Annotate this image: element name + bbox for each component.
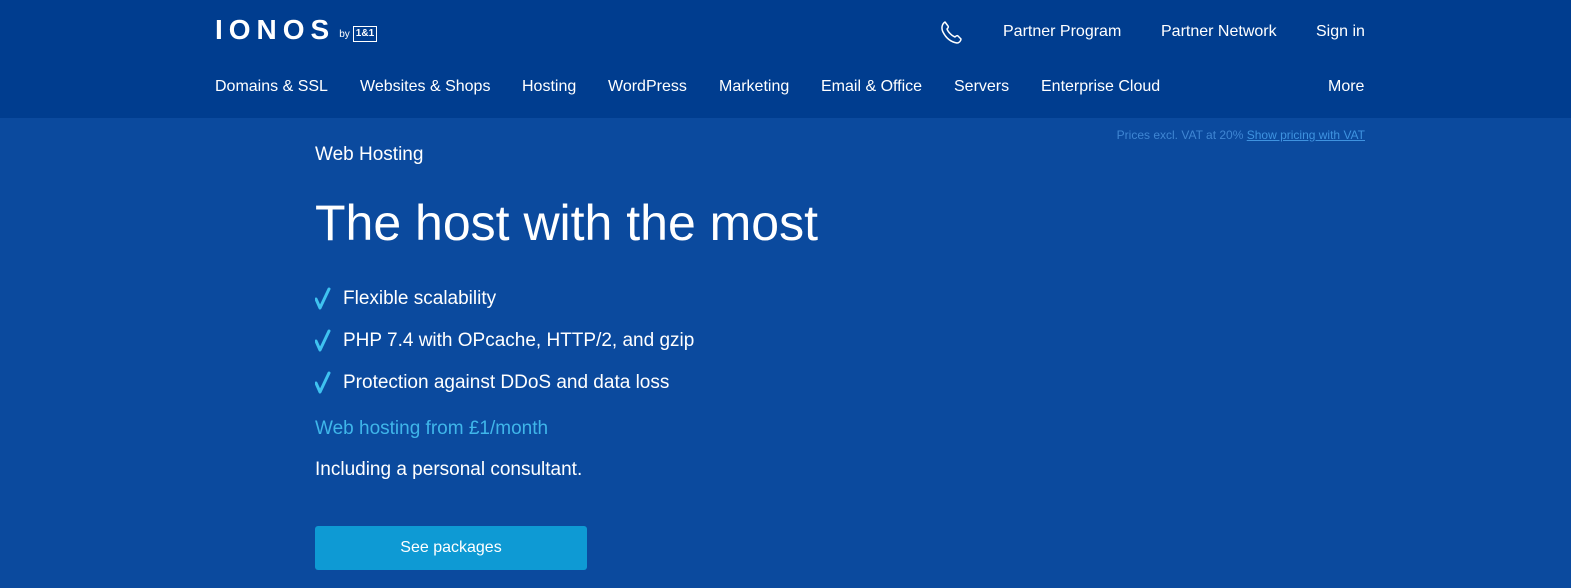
logo-by: by [339, 28, 350, 40]
nav-hosting[interactable]: Hosting [522, 77, 576, 97]
nav-marketing[interactable]: Marketing [719, 77, 789, 97]
hero-headline: The host with the most [315, 195, 819, 251]
check-icon [314, 370, 333, 396]
ionos-logo[interactable]: IONOS by 1&1 [215, 14, 378, 46]
consultant-note: Including a personal consultant. [315, 459, 583, 480]
site-header: IONOS by 1&1 Partner Program Partner Net… [0, 0, 1571, 118]
feature-item: Flexible scalability [314, 278, 694, 320]
nav-wordpress[interactable]: WordPress [608, 77, 687, 97]
feature-text: PHP 7.4 with OPcache, HTTP/2, and gzip [343, 330, 695, 351]
sign-in-link[interactable]: Sign in [1316, 22, 1365, 42]
nav-more[interactable]: More [1328, 77, 1364, 97]
logo-badge: 1&1 [352, 26, 378, 42]
phone-icon[interactable] [938, 19, 964, 45]
vat-note-text: Prices excl. VAT at 20% [1116, 128, 1244, 142]
see-packages-button[interactable]: See packages [315, 526, 587, 570]
feature-item: PHP 7.4 with OPcache, HTTP/2, and gzip [314, 320, 695, 362]
nav-servers[interactable]: Servers [954, 77, 1009, 97]
check-icon [314, 328, 333, 354]
price-line: Web hosting from £1/month [315, 418, 549, 439]
feature-text: Protection against DDoS and data loss [343, 372, 670, 393]
feature-item: Protection against DDoS and data loss [314, 362, 694, 404]
nav-websites-shops[interactable]: Websites & Shops [360, 77, 490, 97]
feature-list: Flexible scalability PHP 7.4 with OPcach… [314, 278, 695, 404]
partner-program-link[interactable]: Partner Program [1003, 22, 1121, 42]
partner-network-link[interactable]: Partner Network [1161, 22, 1277, 42]
section-eyebrow: Web Hosting [315, 144, 424, 165]
nav-enterprise-cloud[interactable]: Enterprise Cloud [1041, 77, 1160, 97]
nav-email-office[interactable]: Email & Office [821, 77, 922, 97]
vat-note: Prices excl. VAT at 20% Show pricing wit… [1117, 128, 1365, 142]
show-vat-pricing-link[interactable]: Show pricing with VAT [1247, 128, 1365, 142]
logo-wordmark: IONOS [215, 14, 336, 45]
check-icon [314, 286, 333, 312]
nav-domains-ssl[interactable]: Domains & SSL [215, 77, 328, 97]
feature-text: Flexible scalability [343, 288, 497, 309]
